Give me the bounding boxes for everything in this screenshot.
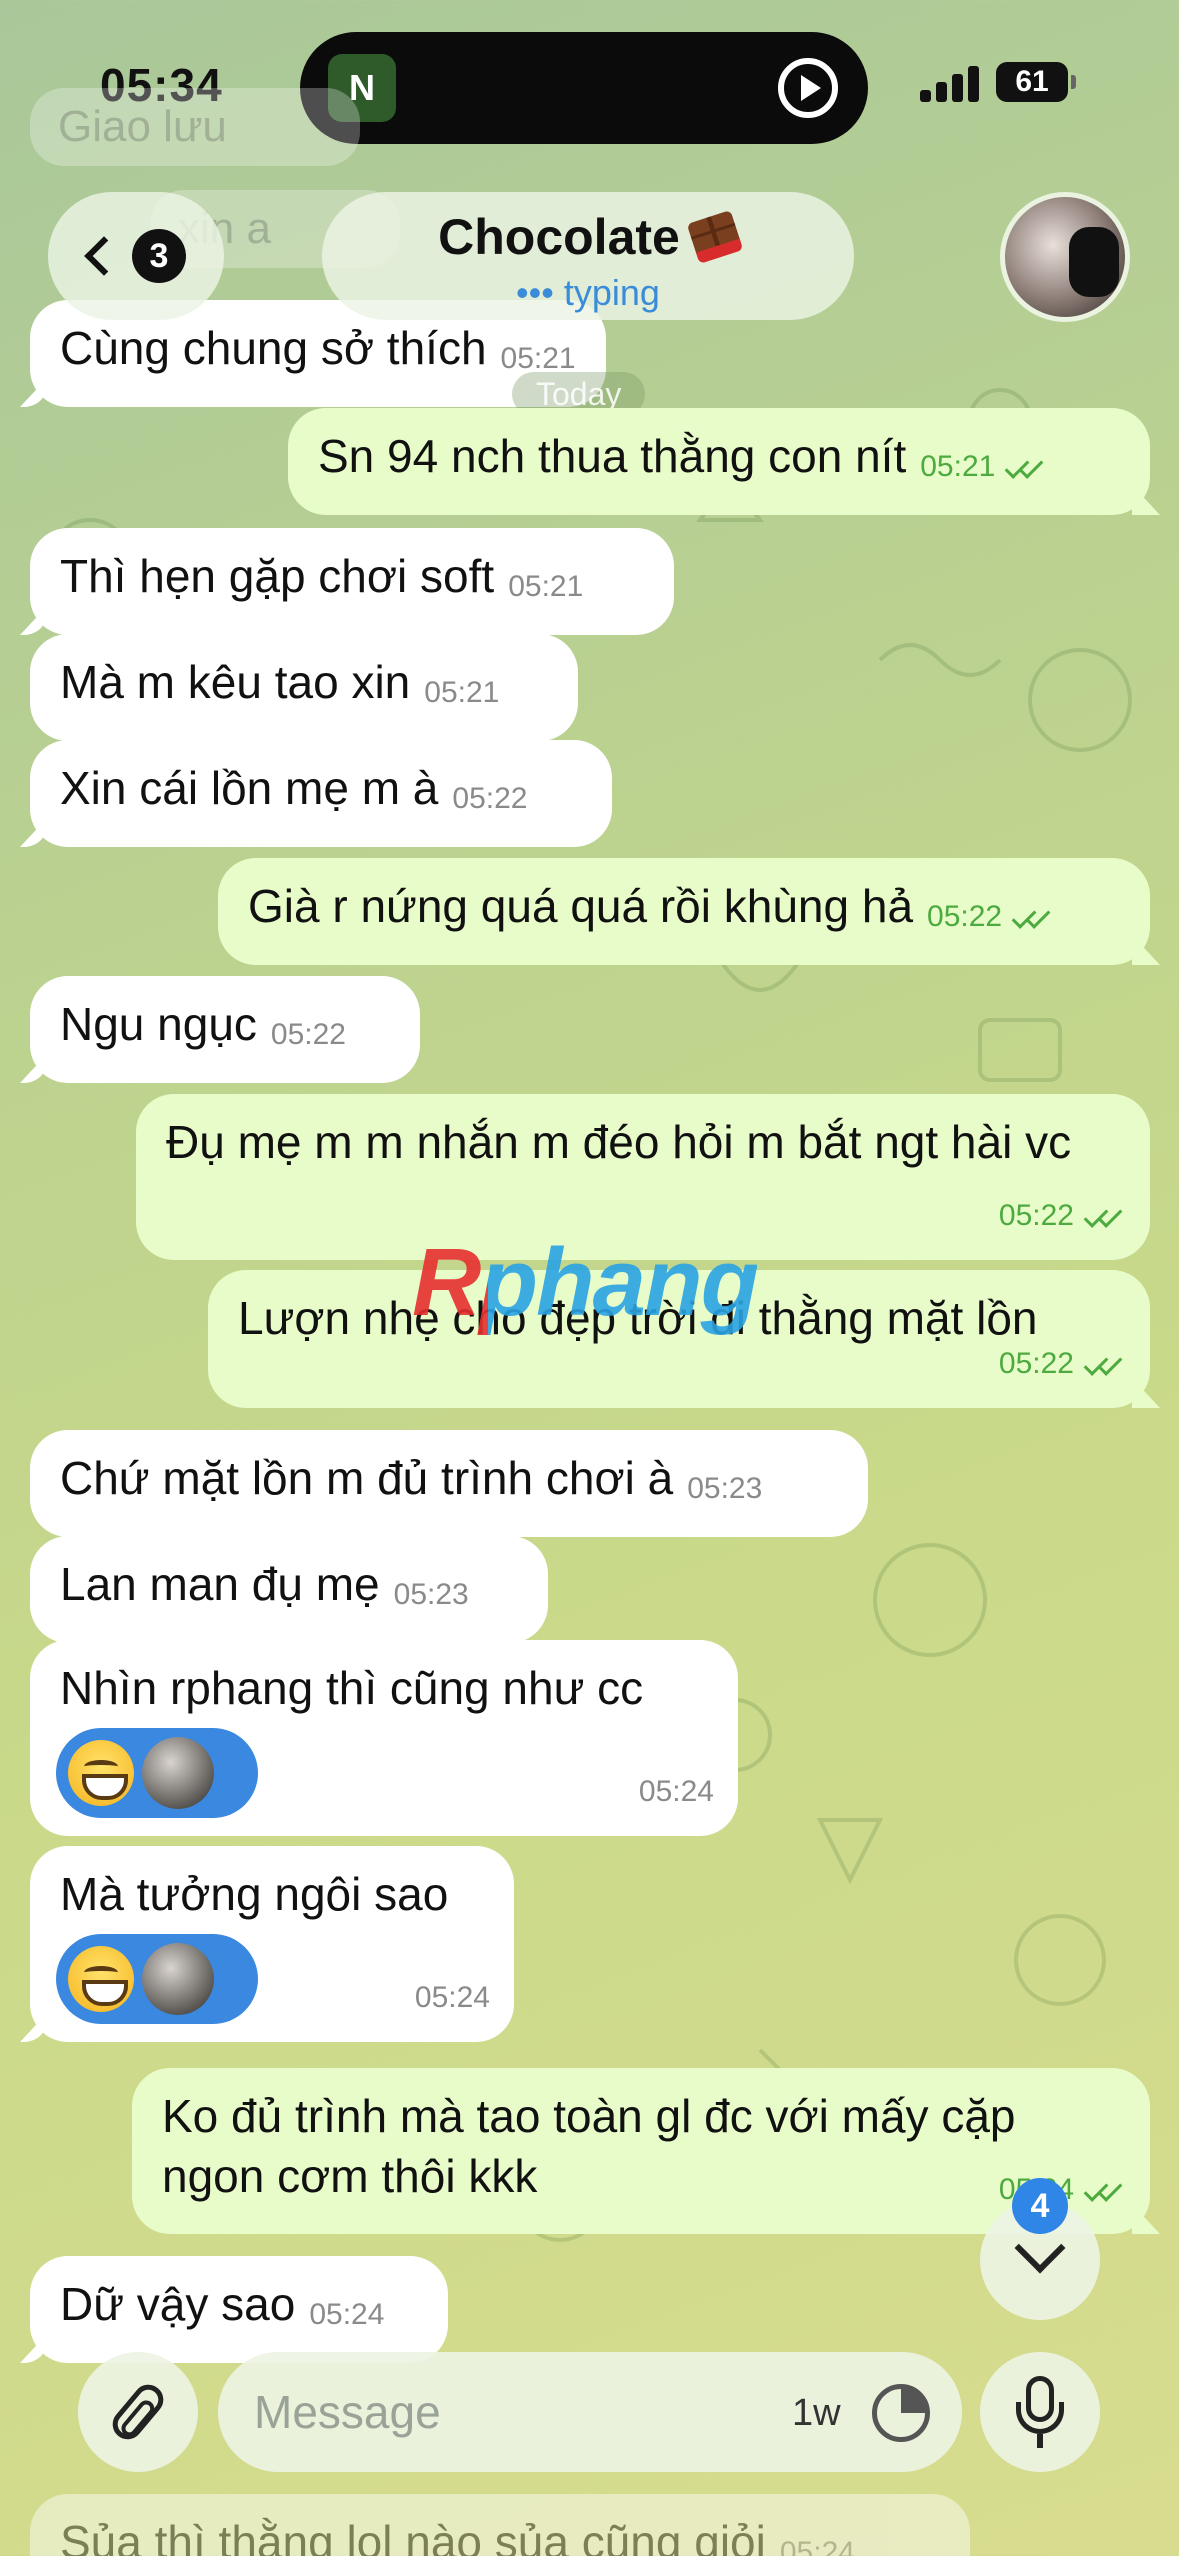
- attach-button[interactable]: [78, 2352, 198, 2472]
- signal-icon: [920, 64, 982, 102]
- message-meta: 05:22: [927, 887, 1054, 947]
- message-text: Mà tưởng ngôi sao: [60, 1868, 449, 1920]
- message-meta: 05:22: [999, 1186, 1126, 1246]
- message-incoming[interactable]: Dữ vậy sao 05:24: [30, 2256, 448, 2363]
- message-time: 05:24: [309, 2298, 385, 2331]
- message-incoming[interactable]: Xin cái lồn mẹ m à 05:22: [30, 740, 612, 847]
- message-text: Mà m kêu tao xin: [60, 656, 411, 708]
- message-incoming[interactable]: Mà m kêu tao xin 05:21: [30, 634, 578, 741]
- contact-avatar[interactable]: [1000, 192, 1130, 322]
- message-text: Đụ mẹ m m nhắn m đéo hỏi m bắt ngt hài v…: [166, 1116, 1072, 1168]
- message-outgoing[interactable]: Ko đủ trình mà tao toàn gl đc với mấy cặ…: [132, 2068, 1150, 2234]
- message-incoming-partial[interactable]: Sủa thì thằng lol nào sủa cũng giỏi 05:24: [30, 2494, 970, 2556]
- message-incoming[interactable]: Ngu ngục 05:22: [30, 976, 420, 1083]
- chat-title-text: Chocolate: [438, 209, 680, 265]
- chat-header[interactable]: Chocolate ••• typing: [322, 192, 854, 320]
- message-text: Lan man đụ mẹ: [60, 1558, 380, 1610]
- message-time: 05:21: [424, 676, 500, 709]
- scrolled-message-ghost: Giao lưu: [30, 88, 360, 166]
- message-text: Sủa thì thằng lol nào sủa cũng giỏi: [60, 2516, 766, 2556]
- double-check-icon: [1084, 1204, 1126, 1228]
- reaction-chip[interactable]: [56, 1934, 258, 2024]
- message-time: 05:22: [452, 782, 528, 815]
- voice-message-button[interactable]: [980, 2352, 1100, 2472]
- dynamic-island[interactable]: N: [300, 32, 868, 144]
- message-incoming[interactable]: Nhìn rphang thì cũng như cc 05:24: [30, 1640, 738, 1836]
- typing-status: ••• typing: [516, 272, 660, 313]
- message-text: Ko đủ trình mà tao toàn gl đc với mấy cặ…: [162, 2090, 1016, 2202]
- message-text: Ngu ngục: [60, 998, 257, 1050]
- message-meta: 05:22: [999, 1334, 1126, 1394]
- message-meta: 05:21: [920, 437, 1047, 497]
- message-outgoing[interactable]: Sn 94 nch thua thằng con nít 05:21: [288, 408, 1150, 515]
- double-check-icon: [1005, 455, 1047, 479]
- message-incoming[interactable]: Chứ mặt lồn m đủ trình chơi à 05:23: [30, 1430, 868, 1537]
- double-check-icon: [1084, 2178, 1126, 2202]
- message-outgoing[interactable]: Già r nứng quá quá rồi khùng hả 05:22: [218, 858, 1150, 965]
- message-time: 05:21: [920, 450, 996, 483]
- message-time: 05:22: [270, 1018, 346, 1051]
- message-text: Xin cái lồn mẹ m à: [60, 762, 439, 814]
- message-text: Già r nứng quá quá rồi khùng hả: [248, 880, 914, 932]
- message-input[interactable]: [254, 2380, 674, 2444]
- chat-title: Chocolate: [322, 208, 854, 266]
- grinning-face-emoji: [68, 1740, 134, 1806]
- message-text: Sn 94 nch thua thằng con nít: [318, 430, 907, 482]
- message-time: 05:22: [927, 900, 1003, 933]
- message-time: 05:22: [998, 1199, 1074, 1232]
- message-text: Thì hẹn gặp chơi soft: [60, 550, 495, 602]
- message-time: 05:23: [687, 1472, 763, 1505]
- double-check-icon: [1084, 1352, 1126, 1376]
- grinning-face-emoji: [68, 1946, 134, 2012]
- message-time: 05:24: [414, 1981, 490, 2014]
- message-time: 05:24: [779, 2536, 855, 2556]
- message-time: 05:22: [998, 1347, 1074, 1380]
- watermark-logo: Rphang: [412, 1229, 759, 1336]
- timer-icon[interactable]: [872, 2384, 930, 2442]
- message-text: Cùng chung sở thích: [60, 322, 487, 374]
- auto-delete-timer-label[interactable]: 1w: [792, 2392, 841, 2435]
- message-incoming[interactable]: Lan man đụ mẹ 05:23: [30, 1536, 548, 1643]
- paperclip-icon: [106, 2378, 170, 2446]
- message-text: Nhìn rphang thì cũng như cc: [60, 1662, 644, 1714]
- battery-level: 61: [1015, 65, 1049, 98]
- message-time: 05:23: [393, 1578, 469, 1611]
- play-icon: [778, 58, 838, 118]
- chevron-left-icon: [84, 236, 124, 276]
- message-text: Dữ vậy sao: [60, 2278, 296, 2330]
- message-incoming[interactable]: Mà tưởng ngôi sao 05:24: [30, 1846, 514, 2042]
- message-time: 05:21: [508, 570, 584, 603]
- unread-messages-badge: 4: [1012, 2178, 1068, 2234]
- chocolate-emoji-icon: [686, 209, 744, 265]
- battery-icon: 61: [996, 62, 1076, 102]
- double-check-icon: [1012, 905, 1054, 929]
- reactor-avatar: [142, 1943, 214, 2015]
- unread-chats-badge: 3: [132, 229, 186, 283]
- message-text: Chứ mặt lồn m đủ trình chơi à: [60, 1452, 674, 1504]
- reactor-avatar: [142, 1737, 214, 1809]
- message-time: 05:24: [638, 1775, 714, 1808]
- message-incoming[interactable]: Thì hẹn gặp chơi soft 05:21: [30, 528, 674, 635]
- message-composer[interactable]: 1w: [218, 2352, 962, 2472]
- back-button[interactable]: 3: [48, 192, 224, 320]
- reaction-chip[interactable]: [56, 1728, 258, 1818]
